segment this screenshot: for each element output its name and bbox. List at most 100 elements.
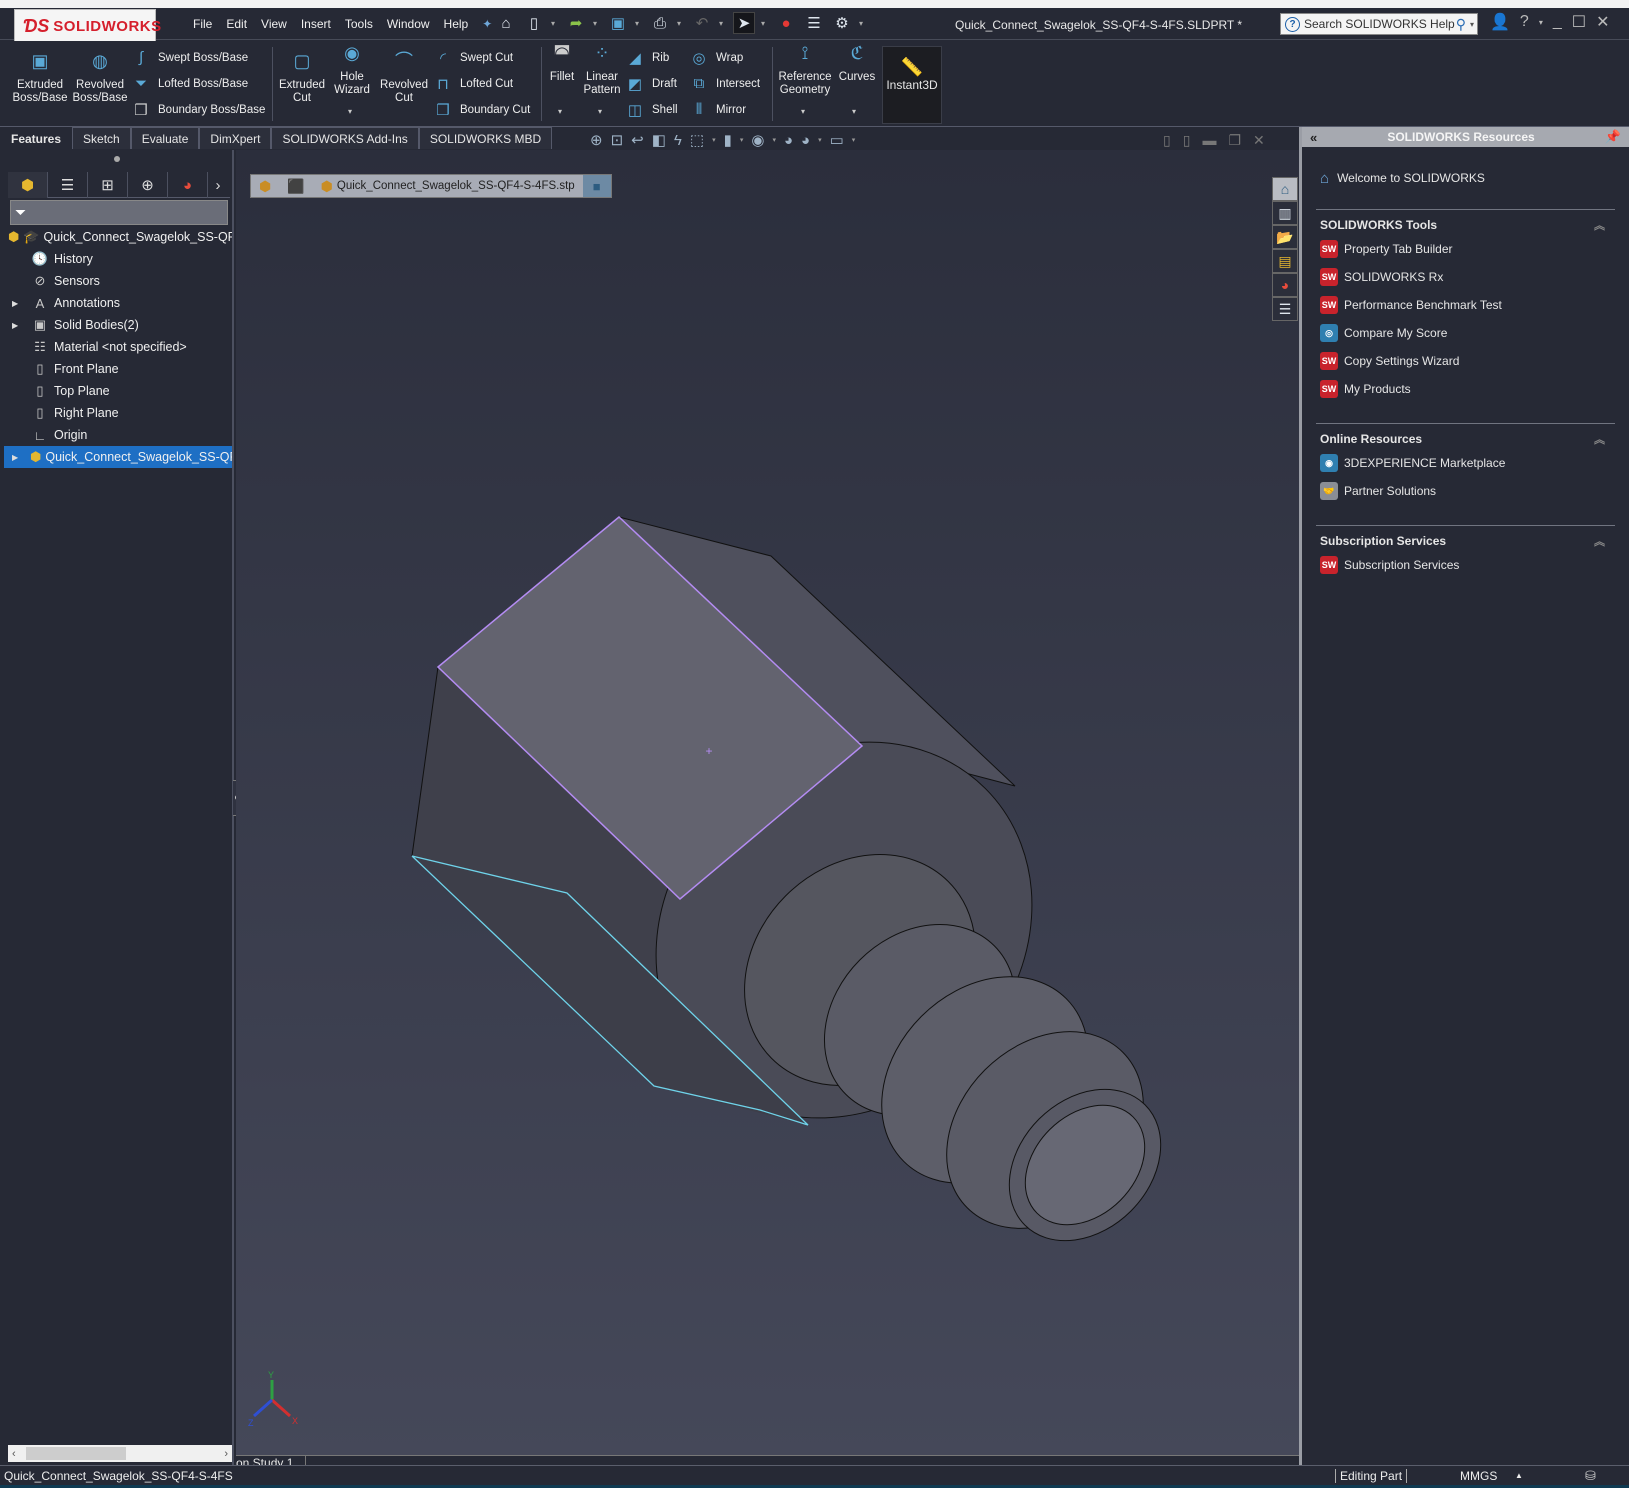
shell-button[interactable]: ◫ Shell <box>626 101 678 119</box>
section-header[interactable]: Subscription Services ︽ <box>1316 531 1615 551</box>
tree-item[interactable]: ▶ ▣ Solid Bodies(2) <box>4 314 232 336</box>
viewport-tile-right-icon[interactable]: ▯ <box>1183 132 1191 149</box>
mirror-button[interactable]: ⫴ Mirror <box>690 101 746 118</box>
zoom-to-fit-icon[interactable]: ⊕ <box>590 131 603 149</box>
hide-show-dropdown-icon[interactable]: ▾ <box>772 136 776 144</box>
viewport-minimize-icon[interactable]: ▬ <box>1202 132 1216 149</box>
unit-system-menu-icon[interactable]: ▲ <box>1515 1471 1523 1480</box>
welcome-link[interactable]: ⌂ Welcome to SOLIDWORKS <box>1320 167 1615 189</box>
menu-window[interactable]: Window <box>380 17 437 31</box>
resource-link[interactable]: 🤝 Partner Solutions <box>1316 477 1615 505</box>
resources-tab-home-icon[interactable]: ⌂ <box>1272 177 1298 201</box>
options-dropdown-icon[interactable]: ▾ <box>859 19 867 28</box>
save-icon[interactable]: ▣ <box>607 12 629 34</box>
file-properties-icon[interactable]: ☰ <box>803 12 825 34</box>
rebuild-status-icon[interactable]: ⛁ <box>1585 1468 1596 1484</box>
tree-filter-input[interactable]: ⏷ <box>10 200 228 225</box>
tab-dimxpert[interactable]: DimXpert <box>199 127 272 149</box>
undo-icon[interactable]: ↶ <box>691 12 713 34</box>
intersect-button[interactable]: ⧉ Intersect <box>690 75 760 92</box>
pin-icon[interactable]: 📌 <box>1605 129 1621 145</box>
fillet-button[interactable]: ◚ Fillet <box>546 44 578 84</box>
resource-link[interactable]: ◉ 3DEXPERIENCE Marketplace <box>1316 449 1615 477</box>
resource-link[interactable]: SW Property Tab Builder <box>1316 235 1615 263</box>
viewport-tile-left-icon[interactable]: ▯ <box>1163 132 1171 149</box>
scroll-right-icon[interactable]: › <box>224 1448 228 1460</box>
display-style-dropdown-icon[interactable]: ▾ <box>740 136 744 144</box>
collapse-pane-icon[interactable]: « <box>1310 130 1317 145</box>
curves-button[interactable]: ℭ Curves <box>836 44 878 84</box>
unit-system[interactable]: MMGS <box>1460 1469 1497 1483</box>
extruded-cut-button[interactable]: ▢ Extruded Cut <box>276 52 328 105</box>
featuremanager-tab-icon[interactable]: ⬢ <box>8 172 48 198</box>
section-view-icon[interactable]: ◧ <box>652 131 666 149</box>
apply-scene-dropdown-icon[interactable]: ▾ <box>818 136 822 144</box>
search-dropdown-icon[interactable]: ▾ <box>1470 20 1474 29</box>
display-style-icon[interactable]: ▮ <box>724 131 732 149</box>
close-icon[interactable]: ✕ <box>1596 12 1609 32</box>
apply-scene-icon[interactable]: ◕ <box>801 132 810 149</box>
tree-item[interactable]: ▶ A Annotations <box>4 292 232 314</box>
resource-link[interactable]: SW SOLIDWORKS Rx <box>1316 263 1615 291</box>
tree-item[interactable]: ⬢ 🎓 Quick_Connect_Swagelok_SS-QF4 <box>4 226 232 248</box>
3d-model-view[interactable]: + <box>236 150 1301 1455</box>
open-icon[interactable]: ➦ <box>565 12 587 34</box>
rebuild-icon[interactable]: ● <box>775 12 797 34</box>
section-header[interactable]: Online Resources ︽ <box>1316 429 1615 449</box>
tab-evaluate[interactable]: Evaluate <box>130 127 200 149</box>
resource-link[interactable]: SW My Products <box>1316 375 1615 403</box>
tree-item[interactable]: ▯ Right Plane <box>4 402 232 424</box>
tab-mbd[interactable]: SOLIDWORKS MBD <box>418 127 553 149</box>
revolved-boss-base-button[interactable]: ◍ Revolved Boss/Base <box>72 52 128 105</box>
propertymanager-tab-icon[interactable]: ☰ <box>48 172 88 198</box>
resource-link[interactable]: SW Copy Settings Wizard <box>1316 347 1615 375</box>
resource-link[interactable]: ◎ Compare My Score <box>1316 319 1615 347</box>
open-dropdown-icon[interactable]: ▾ <box>593 19 601 28</box>
view-palette-tab-icon[interactable]: ▤ <box>1272 249 1298 273</box>
select-icon[interactable]: ➤ <box>733 12 755 34</box>
maximize-icon[interactable]: ☐ <box>1572 12 1586 32</box>
zoom-to-area-icon[interactable]: ⊡ <box>611 131 624 149</box>
lofted-boss-base-button[interactable]: ⏷ Lofted Boss/Base <box>132 75 248 92</box>
view-settings-icon[interactable]: ▭ <box>830 131 844 149</box>
swept-cut-button[interactable]: ◜ Swept Cut <box>434 49 513 67</box>
tree-item[interactable]: ▶ ⬢ Quick_Connect_Swagelok_SS-QF4 <box>4 446 232 468</box>
scroll-thumb[interactable] <box>26 1447 126 1460</box>
save-dropdown-icon[interactable]: ▾ <box>635 19 643 28</box>
configurationmanager-tab-icon[interactable]: ⊞ <box>88 172 128 198</box>
resource-link[interactable]: SW Performance Benchmark Test <box>1316 291 1615 319</box>
tree-item[interactable]: ☷ Material <not specified> <box>4 336 232 358</box>
extruded-boss-base-button[interactable]: ▣ Extruded Boss/Base <box>13 52 68 105</box>
tree-item[interactable]: ▯ Front Plane <box>4 358 232 380</box>
menu-view[interactable]: View <box>254 17 294 31</box>
viewport-restore-icon[interactable]: ❐ <box>1228 132 1241 149</box>
reference-geometry-dropdown-icon[interactable]: ▾ <box>801 107 805 116</box>
menu-edit[interactable]: Edit <box>219 17 254 31</box>
collapse-chevron-icon[interactable]: ︽ <box>1594 533 1605 549</box>
linear-pattern-button[interactable]: ⁘ Linear Pattern <box>580 44 624 97</box>
solidworks-logo[interactable]: ƊS SOLIDWORKS <box>14 9 161 43</box>
edit-appearance-icon[interactable]: ◕ <box>784 132 793 149</box>
options-gear-icon[interactable]: ⚙ <box>831 12 853 34</box>
hide-show-items-icon[interactable]: ◉ <box>751 131 764 149</box>
new-document-icon[interactable]: ▯ <box>523 12 545 34</box>
hole-wizard-button[interactable]: ◉ Hole Wizard <box>330 44 374 97</box>
help-search-input[interactable]: ? Search SOLIDWORKS Help ⚲ ▾ <box>1280 13 1478 35</box>
view-settings-dropdown-icon[interactable]: ▾ <box>852 136 856 144</box>
revolved-cut-button[interactable]: ⌒ Revolved Cut <box>378 52 430 105</box>
menu-insert[interactable]: Insert <box>294 17 338 31</box>
print-dropdown-icon[interactable]: ▾ <box>677 19 685 28</box>
search-icon[interactable]: ⚲ <box>1456 16 1466 33</box>
boundary-boss-base-button[interactable]: ❒ Boundary Boss/Base <box>132 101 265 119</box>
collapse-chevron-icon[interactable]: ︽ <box>1594 431 1605 447</box>
panel-grip[interactable] <box>114 156 120 162</box>
tab-features[interactable]: Features <box>0 127 73 149</box>
expand-arrow-icon[interactable]: ▶ <box>12 453 18 462</box>
displaymanager-tab-icon[interactable]: ◕ <box>168 172 208 198</box>
resource-link[interactable]: SW Subscription Services <box>1316 551 1615 579</box>
instant3d-button[interactable]: 📏 Instant3D <box>882 46 942 124</box>
expand-arrow-icon[interactable]: ▶ <box>12 299 18 308</box>
tab-addins[interactable]: SOLIDWORKS Add-Ins <box>271 127 419 149</box>
minimize-icon[interactable]: _ <box>1553 13 1562 31</box>
help-dropdown-icon[interactable]: ▾ <box>1539 18 1543 27</box>
